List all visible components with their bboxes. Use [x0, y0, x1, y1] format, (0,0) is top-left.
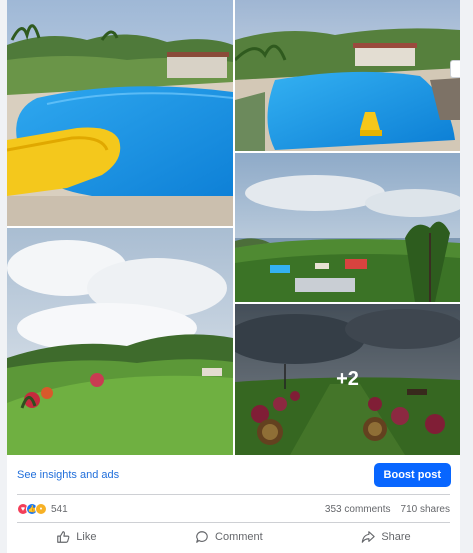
divider	[17, 494, 450, 495]
comments-count[interactable]: 353 comments	[325, 504, 391, 515]
photo-aerial-resort[interactable]	[235, 153, 460, 302]
share-icon	[362, 531, 376, 543]
photo-pool-clubhouse[interactable]	[235, 0, 460, 151]
photo-grid: +2	[7, 0, 460, 455]
see-insights-link[interactable]: See insights and ads	[17, 469, 119, 481]
photo-pool-slide[interactable]	[7, 0, 233, 226]
share-button[interactable]: Share	[339, 528, 432, 546]
photo-garden-path[interactable]: +2	[235, 304, 460, 455]
counts: 353 comments 710 shares	[325, 504, 450, 515]
reaction-icons: ♥ 👍 •	[17, 503, 47, 515]
shares-count[interactable]: 710 shares	[401, 504, 450, 515]
post-buttons: Like Comment Share	[7, 523, 460, 551]
photo-hill-clouds[interactable]	[7, 228, 233, 455]
like-label: Like	[76, 531, 97, 543]
post-action-bar: See insights and ads Boost post	[7, 458, 460, 492]
comment-icon	[196, 531, 208, 543]
like-button[interactable]: Like	[34, 528, 118, 546]
side-panel-tab[interactable]	[450, 60, 460, 78]
more-photos-count: +2	[336, 368, 359, 390]
engagement-stats: ♥ 👍 • 541 353 comments 710 shares	[7, 496, 460, 522]
comment-button[interactable]: Comment	[173, 528, 285, 546]
share-label: Share	[381, 531, 411, 543]
more-photos-overlay[interactable]: +2	[235, 304, 460, 455]
post-card: +2 See insights and ads Boost post ♥ 👍 •…	[7, 0, 460, 553]
comment-label: Comment	[215, 531, 263, 543]
like-icon	[57, 531, 70, 543]
reactions-summary[interactable]: ♥ 👍 • 541	[17, 503, 68, 515]
reaction-count: 541	[51, 503, 68, 515]
boost-post-button[interactable]: Boost post	[373, 463, 451, 487]
wow-face-icon: •	[35, 503, 47, 515]
